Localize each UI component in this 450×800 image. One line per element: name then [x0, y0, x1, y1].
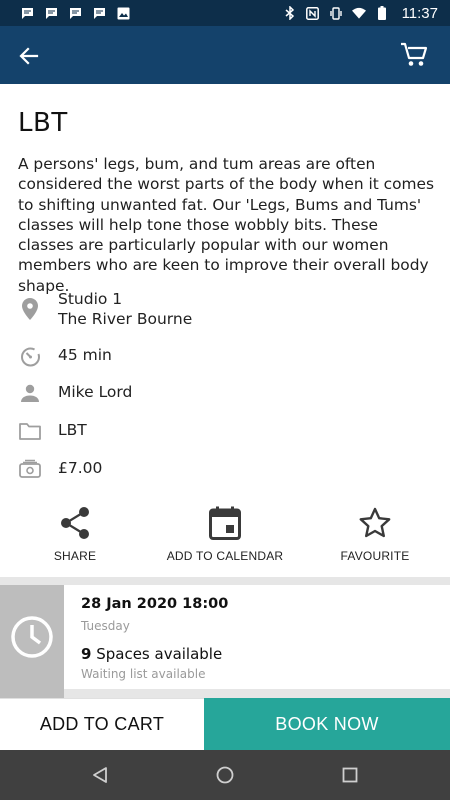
- message-icon: [44, 6, 58, 20]
- price-row: £7.00: [0, 458, 450, 482]
- category-row: LBT: [0, 420, 450, 444]
- notification-icons: [20, 6, 130, 20]
- battery-icon: [375, 6, 389, 20]
- message-icon: [92, 6, 106, 20]
- session-card[interactable]: 28 Jan 2020 18:00 Tuesday 9 Spaces avail…: [0, 585, 450, 689]
- timer-icon: [19, 345, 41, 367]
- nav-home-button[interactable]: [214, 764, 236, 786]
- nav-recents-icon: [342, 767, 358, 783]
- duration-row: 45 min: [0, 345, 450, 369]
- star-icon: [358, 505, 392, 541]
- share-icon: [58, 505, 92, 541]
- session-card-edge-clock: [0, 689, 64, 698]
- cart-icon: [401, 42, 428, 66]
- person-icon: [19, 382, 41, 404]
- instructor-row: Mike Lord: [0, 382, 450, 406]
- arrow-back-icon: [19, 47, 39, 65]
- session-clock-panel: [0, 585, 64, 689]
- bluetooth-icon: [283, 6, 297, 20]
- cart-button[interactable]: [398, 40, 430, 70]
- location-studio: Studio 1: [58, 290, 123, 308]
- session-card-edge: [0, 689, 450, 698]
- nav-recents-button[interactable]: [339, 764, 361, 786]
- add-to-calendar-label: ADD TO CALENDAR: [166, 549, 284, 563]
- spaces-label: Spaces available: [91, 645, 223, 663]
- nav-back-button[interactable]: [89, 764, 111, 786]
- wifi-icon: [351, 6, 366, 20]
- session-day: Tuesday: [81, 619, 130, 633]
- folder-icon: [19, 420, 41, 442]
- session-datetime: 28 Jan 2020 18:00: [81, 596, 229, 612]
- vibrate-icon: [329, 6, 343, 20]
- status-bar: 11:37: [0, 0, 450, 26]
- status-time: 11:37: [401, 4, 438, 22]
- image-icon: [116, 6, 130, 20]
- nav-back-icon: [93, 767, 107, 783]
- location-pin-icon: [19, 298, 41, 320]
- price-text: £7.00: [58, 459, 103, 477]
- location-venue: The River Bourne: [58, 310, 193, 328]
- spaces-count: 9: [81, 645, 92, 663]
- system-icons: 11:37: [283, 5, 438, 22]
- message-icon: [68, 6, 82, 20]
- share-button[interactable]: SHARE: [35, 505, 115, 563]
- session-waiting-list: Waiting list available: [81, 667, 206, 681]
- location-text: Studio 1 The River Bourne: [58, 289, 192, 329]
- duration-text: 45 min: [58, 346, 112, 364]
- book-now-button[interactable]: BOOK NOW: [204, 698, 450, 750]
- action-row: SHARE ADD TO CALENDAR FAVOURITE: [0, 505, 450, 579]
- instructor-text: Mike Lord: [58, 383, 133, 401]
- calendar-icon: [208, 505, 242, 541]
- share-label: SHARE: [53, 549, 97, 563]
- class-title: LBT: [18, 108, 68, 138]
- back-button[interactable]: [14, 41, 44, 71]
- system-nav-bar: [0, 750, 450, 800]
- app-bar: [0, 26, 450, 84]
- session-spaces: 9 Spaces available: [81, 645, 222, 663]
- message-icon: [20, 6, 34, 20]
- clock-icon: [11, 616, 53, 658]
- nav-home-icon: [216, 766, 234, 784]
- favourite-button[interactable]: FAVOURITE: [330, 505, 420, 563]
- cash-icon: [19, 458, 41, 480]
- add-to-calendar-button[interactable]: ADD TO CALENDAR: [160, 505, 290, 563]
- section-divider: [0, 577, 450, 585]
- nfc-icon: [306, 6, 320, 20]
- favourite-label: FAVOURITE: [340, 549, 410, 563]
- location-row: Studio 1 The River Bourne: [0, 289, 450, 333]
- category-text: LBT: [58, 421, 87, 439]
- add-to-cart-button[interactable]: ADD TO CART: [0, 698, 204, 750]
- class-description: A persons' legs, bum, and tum areas are …: [18, 155, 435, 295]
